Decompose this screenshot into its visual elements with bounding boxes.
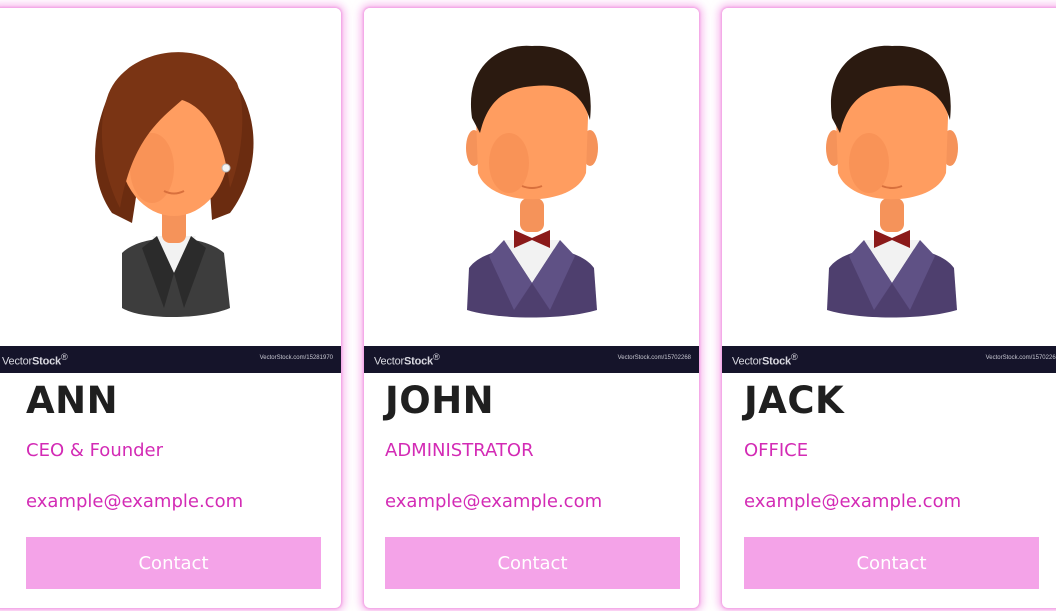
contact-button[interactable]: Contact	[385, 537, 680, 589]
member-name: ANN	[26, 379, 119, 422]
member-role: OFFICE	[744, 440, 809, 461]
man-avatar-icon	[466, 45, 598, 318]
watermark-bar: VectorStock® VectorStock.com/15281970	[0, 346, 341, 373]
profile-photo	[722, 8, 1056, 346]
card-body: JOHN ADMINISTRATOR example@example.com C…	[364, 373, 699, 608]
watermark-id: VectorStock.com/15281970	[259, 355, 333, 361]
member-email[interactable]: example@example.com	[744, 491, 961, 512]
watermark-bar: VectorStock® VectorStock.com/15702268	[364, 346, 699, 373]
team-card-jack: VectorStock® VectorStock.com/15702268 JA…	[722, 8, 1056, 608]
member-name: JACK	[744, 379, 845, 422]
watermark-brand: VectorStock®	[732, 352, 798, 368]
profile-photo	[0, 8, 341, 346]
watermark-id: VectorStock.com/15702268	[617, 355, 691, 361]
man-avatar-icon	[826, 45, 958, 318]
member-email[interactable]: example@example.com	[385, 491, 602, 512]
team-card-ann: VectorStock® VectorStock.com/15281970 AN…	[0, 8, 341, 608]
profile-photo	[364, 8, 699, 346]
contact-button[interactable]: Contact	[26, 537, 321, 589]
member-email[interactable]: example@example.com	[26, 491, 243, 512]
team-card-john: VectorStock® VectorStock.com/15702268 JO…	[364, 8, 699, 608]
watermark-brand: VectorStock®	[374, 352, 440, 368]
woman-avatar-icon	[95, 52, 254, 317]
watermark-brand: VectorStock®	[2, 352, 68, 368]
card-body: JACK OFFICE example@example.com Contact	[722, 373, 1056, 608]
member-role: ADMINISTRATOR	[385, 440, 534, 461]
watermark-bar: VectorStock® VectorStock.com/15702268	[722, 346, 1056, 373]
watermark-id: VectorStock.com/15702268	[985, 355, 1056, 361]
contact-button[interactable]: Contact	[744, 537, 1039, 589]
card-body: ANN CEO & Founder example@example.com Co…	[0, 373, 341, 608]
team-cards: VectorStock® VectorStock.com/15281970 AN…	[0, 0, 1056, 611]
member-name: JOHN	[385, 379, 495, 422]
member-role: CEO & Founder	[26, 440, 164, 461]
